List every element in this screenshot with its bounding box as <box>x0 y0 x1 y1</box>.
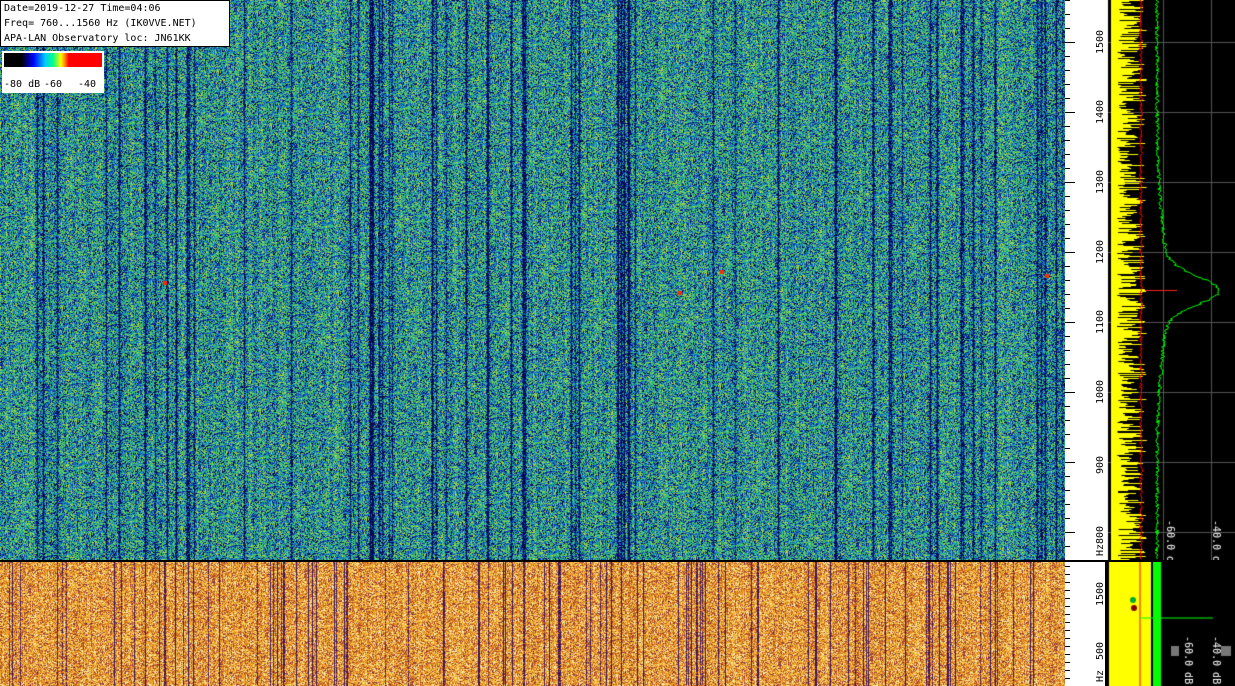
frequency-tick <box>1065 662 1070 663</box>
frequency-tick <box>1065 598 1070 599</box>
waterfall-spectrogram-wide <box>0 562 1065 686</box>
frequency-tick <box>1065 14 1070 15</box>
frequency-tick <box>1065 210 1070 211</box>
frequency-tick <box>1065 280 1070 281</box>
frequency-tick <box>1065 182 1075 183</box>
frequency-tick <box>1065 98 1070 99</box>
frequency-tick <box>1065 574 1070 575</box>
frequency-tick <box>1065 252 1075 253</box>
frequency-tick <box>1065 112 1075 113</box>
frequency-tick <box>1065 392 1075 393</box>
info-observatory: APA-LAN Observatory loc: JN61KK <box>4 33 191 44</box>
frequency-tick <box>1065 168 1070 169</box>
frequency-tick <box>1065 582 1070 583</box>
info-panel: Date=2019-12-27 Time=04:06 Freq= 760...1… <box>0 0 230 47</box>
frequency-tick <box>1065 70 1070 71</box>
colorbar-legend: -80 dB -60 -40 <box>2 51 104 93</box>
frequency-tick <box>1065 638 1070 639</box>
frequency-tick <box>1065 350 1070 351</box>
frequency-tick <box>1065 566 1070 567</box>
colorbar-gradient <box>4 53 102 67</box>
frequency-tick <box>1065 322 1075 323</box>
frequency-tick <box>1065 126 1070 127</box>
frequency-tick <box>1065 490 1070 491</box>
frequency-tick <box>1065 28 1070 29</box>
waterfall-spectrogram <box>0 0 1065 560</box>
spectrum-plot-wide <box>1105 562 1235 686</box>
frequency-tick <box>1065 462 1075 463</box>
frequency-tick <box>1065 378 1070 379</box>
frequency-tick <box>1065 670 1070 671</box>
colorbar-label-min: -80 dB <box>4 79 41 90</box>
frequency-tick <box>1065 294 1070 295</box>
frequency-tick <box>1065 266 1070 267</box>
frequency-tick <box>1065 606 1070 607</box>
frequency-tick <box>1065 654 1070 655</box>
frequency-tick <box>1065 56 1070 57</box>
spectrum-plot <box>1105 0 1235 560</box>
frequency-tick <box>1065 476 1070 477</box>
frequency-tick <box>1065 518 1070 519</box>
frequency-tick <box>1065 140 1070 141</box>
frequency-tick <box>1065 406 1070 407</box>
frequency-tick <box>1065 224 1070 225</box>
frequency-tick <box>1065 630 1070 631</box>
frequency-tick <box>1065 42 1075 43</box>
frequency-tick <box>1065 0 1070 1</box>
frequency-tick <box>1065 614 1070 615</box>
frequency-tick <box>1065 448 1070 449</box>
frequency-axis: 1500 1400 1300 1200 1100 1000 900 800 Hz <box>1065 0 1106 561</box>
frequency-tick <box>1065 420 1070 421</box>
info-date-time: Date=2019-12-27 Time=04:06 <box>4 3 161 14</box>
frequency-tick <box>1065 308 1070 309</box>
frequency-tick <box>1065 504 1070 505</box>
frequency-tick <box>1065 336 1070 337</box>
frequency-tick <box>1065 590 1070 591</box>
colorbar-label-max: -40 <box>78 79 97 90</box>
frequency-axis-wide: 1500 500 Hz <box>1065 562 1106 686</box>
frequency-tick <box>1065 532 1075 533</box>
frequency-tick <box>1065 84 1070 85</box>
frequency-tick <box>1065 546 1070 547</box>
frequency-tick <box>1065 622 1070 623</box>
frequency-tick <box>1065 678 1070 679</box>
frequency-tick <box>1065 238 1070 239</box>
colorbar-label-mid: -60 <box>44 79 63 90</box>
frequency-tick <box>1065 434 1070 435</box>
frequency-tick <box>1065 196 1070 197</box>
frequency-tick <box>1065 364 1070 365</box>
info-frequency: Freq= 760...1560 Hz (IK0VVE.NET) <box>4 18 197 29</box>
frequency-tick <box>1065 646 1070 647</box>
frequency-tick <box>1065 154 1070 155</box>
frequency-tick <box>1065 560 1070 561</box>
